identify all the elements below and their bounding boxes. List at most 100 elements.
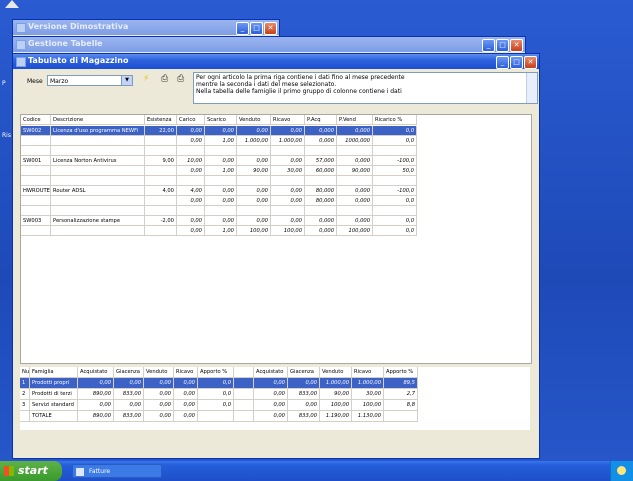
column-header[interactable]: Esistenza [145,115,177,125]
table-cell[interactable] [145,166,177,176]
table-cell[interactable]: 0,00 [78,378,114,389]
table-cell[interactable]: 0,00 [254,389,288,400]
table-cell[interactable]: 0,00 [177,126,205,136]
table-cell[interactable] [234,378,254,389]
minimize-button[interactable]: _ [496,56,509,69]
table-cell[interactable] [305,206,337,216]
table-cell[interactable]: 890,00 [78,411,114,422]
table-cell[interactable] [51,136,145,146]
table-cell[interactable]: 90,000 [337,166,373,176]
table-cell[interactable] [234,411,254,422]
table-cell[interactable]: 0,000 [305,136,337,146]
table-cell[interactable]: 2,7 [384,389,418,400]
table-cell[interactable] [271,146,305,156]
table-cell[interactable] [21,196,51,206]
printer-icon[interactable]: ⎙ [161,74,168,84]
table-cell[interactable]: 0,00 [205,126,237,136]
column-header[interactable]: Apporto % [384,367,418,378]
table-cell[interactable]: 0,00 [205,156,237,166]
table-cell[interactable]: Servizi standard [30,400,78,411]
table-cell[interactable] [177,206,205,216]
column-header[interactable]: Scarico [205,115,237,125]
table-cell[interactable] [20,411,30,422]
table-cell[interactable] [305,146,337,156]
table-cell[interactable]: 0,00 [144,389,174,400]
table-cell[interactable] [21,166,51,176]
column-header[interactable]: Acquistato [254,367,288,378]
table-cell[interactable]: 0,00 [254,411,288,422]
table-cell[interactable] [51,226,145,236]
column-header[interactable]: Giacenza [288,367,320,378]
maximize-button[interactable]: □ [496,39,509,52]
table-cell[interactable]: 0,00 [288,378,320,389]
table-cell[interactable]: 0,00 [177,216,205,226]
table-cell[interactable]: 0,00 [174,378,198,389]
table-cell[interactable]: 8,8 [384,400,418,411]
table-cell[interactable]: 0,000 [337,196,373,206]
printer-preview-icon[interactable]: ⎙ [177,74,184,84]
table-cell[interactable]: 1.000,00 [320,378,352,389]
table-cell[interactable] [21,226,51,236]
close-button[interactable]: ✕ [264,22,277,35]
column-header[interactable]: Acquistato [78,367,114,378]
table-cell[interactable]: 90,00 [237,166,271,176]
table-cell[interactable] [145,226,177,236]
table-cell[interactable]: -100,0 [373,156,417,166]
table-cell[interactable]: 4,00 [177,186,205,196]
table-cell[interactable] [21,206,51,216]
table-cell[interactable]: TOTALE [30,411,78,422]
column-header[interactable]: Venduto [320,367,352,378]
table-cell[interactable]: 0,000 [305,226,337,236]
table-cell[interactable]: 833,00 [288,411,320,422]
table-cell[interactable]: 0,00 [174,389,198,400]
column-header[interactable]: Ricavo [271,115,305,125]
table-cell[interactable] [51,176,145,186]
maximize-button[interactable]: □ [250,22,263,35]
table-cell[interactable]: 1.190,00 [320,411,352,422]
table-cell[interactable]: 22,00 [145,126,177,136]
table-cell[interactable]: 0,00 [237,156,271,166]
maximize-button[interactable]: □ [510,56,523,69]
table-cell[interactable]: 0,0 [198,400,234,411]
table-cell[interactable] [145,176,177,186]
table-cell[interactable]: 0,00 [237,186,271,196]
table-cell[interactable]: 3 [20,400,30,411]
table-cell[interactable]: 0,00 [271,196,305,206]
table-cell[interactable] [21,136,51,146]
table-cell[interactable]: 0,0 [373,136,417,146]
chevron-down-icon[interactable]: ▼ [121,76,132,85]
table-cell[interactable]: 0,00 [205,216,237,226]
column-header[interactable]: Ricavo [174,367,198,378]
table-cell[interactable]: 0,00 [271,156,305,166]
table-cell[interactable]: 0,000 [337,186,373,196]
table-cell[interactable]: 1.000,00 [352,378,384,389]
table-cell[interactable]: 0,0 [373,226,417,236]
table-cell[interactable] [145,136,177,146]
table-cell[interactable]: 1,00 [205,166,237,176]
table-cell[interactable] [198,411,234,422]
table-cell[interactable]: 833,00 [288,389,320,400]
table-cell[interactable] [145,196,177,206]
table-cell[interactable]: -100,0 [373,186,417,196]
table-cell[interactable]: 890,00 [78,389,114,400]
minimize-button[interactable]: _ [236,22,249,35]
table-cell[interactable]: 30,00 [271,166,305,176]
column-header[interactable]: Venduto [144,367,174,378]
table-cell[interactable]: 0,00 [114,400,144,411]
table-cell[interactable]: 0,00 [271,216,305,226]
table-cell[interactable] [21,146,51,156]
table-cell[interactable]: Router ADSL [51,186,145,196]
column-header[interactable] [234,367,254,378]
table-cell[interactable]: 0,00 [177,196,205,206]
table-cell[interactable]: Prodotti propri [30,378,78,389]
table-cell[interactable]: 1.000,00 [237,136,271,146]
table-cell[interactable]: 0,00 [237,196,271,206]
table-cell[interactable]: SW001 [21,156,51,166]
table-cell[interactable]: 0,00 [205,186,237,196]
table-cell[interactable]: 0,00 [177,166,205,176]
table-cell[interactable]: 100,00 [237,226,271,236]
table-cell[interactable] [177,146,205,156]
table-cell[interactable]: 0,00 [288,400,320,411]
column-header[interactable]: Carico [177,115,205,125]
table-cell[interactable]: 0,00 [205,196,237,206]
